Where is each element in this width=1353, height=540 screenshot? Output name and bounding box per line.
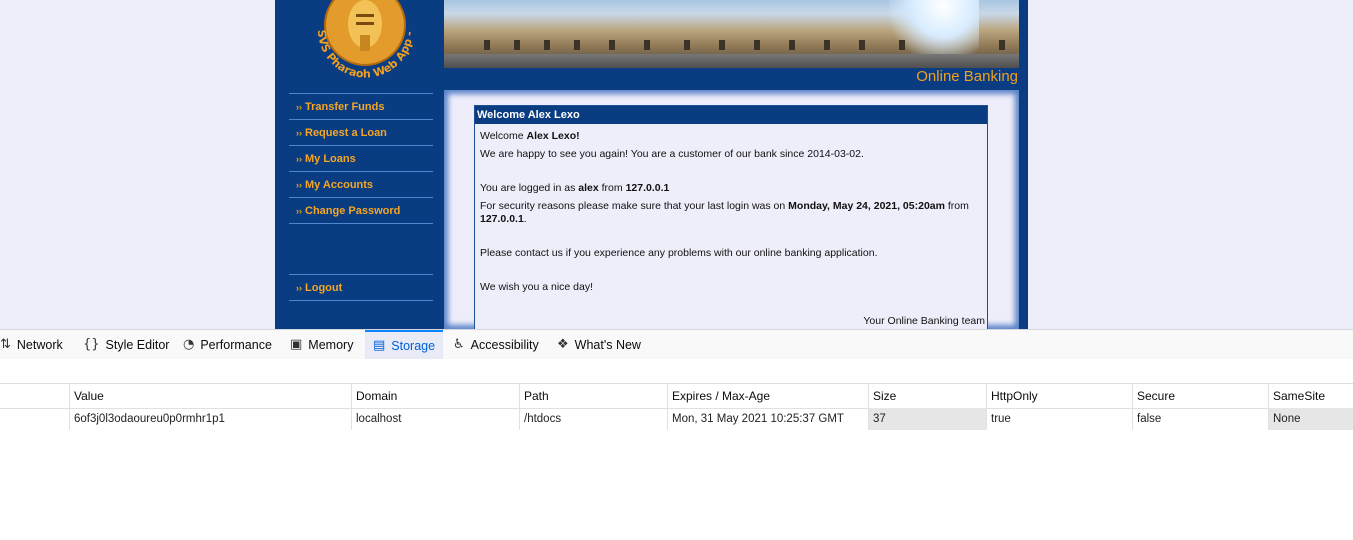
browser-viewport: SVS Pharaoh Web App - A vulnerable Web A… (0, 0, 1353, 329)
nav-label: Change Password (305, 204, 401, 217)
network-icon: ⇅ (0, 337, 11, 352)
security-line: For security reasons please make sure th… (480, 200, 969, 212)
tab-label: Network (16, 337, 63, 352)
cell-value[interactable]: 6of3j0l3odaoureu0p0rmhr1p1 (69, 408, 351, 430)
welcome-title: Welcome Alex Lexo (475, 106, 987, 124)
braces-icon: {} (83, 337, 100, 352)
storage-toolbar (0, 359, 1353, 384)
table-header: Value Domain Path Expires / Max-Age Size… (0, 384, 1353, 409)
chevron-icon: ›› (296, 153, 302, 164)
cell-domain[interactable]: localhost (351, 408, 519, 430)
column-header-samesite[interactable]: SameSite (1268, 384, 1353, 408)
cell-size[interactable]: 37 (868, 408, 986, 430)
cell-expires[interactable]: Mon, 31 May 2021 10:25:37 GMT (667, 408, 868, 430)
team-signature: Your Online Banking team (863, 315, 985, 327)
gift-icon: ❖ (557, 337, 569, 352)
gauge-icon: ◔ (183, 337, 195, 352)
database-icon: ▤ (373, 338, 386, 353)
tab-storage[interactable]: ▤ Storage (365, 330, 444, 359)
customer-line: We are happy to see you again! You are a… (480, 148, 864, 160)
tab-label: Memory (308, 337, 354, 352)
chevron-icon: ›› (296, 101, 302, 112)
nav-label: Logout (305, 281, 343, 294)
nav-logout[interactable]: ›› Logout (289, 274, 433, 301)
chevron-icon: ›› (296, 205, 302, 216)
tab-label: Accessibility (470, 337, 539, 352)
nav-my-accounts[interactable]: ›› My Accounts (289, 171, 433, 197)
column-header-value[interactable]: Value (69, 384, 351, 408)
chevron-icon: ›› (296, 282, 302, 293)
chevron-icon: ›› (296, 179, 302, 190)
column-header-size[interactable]: Size (868, 384, 986, 408)
header-photo (444, 0, 1019, 68)
tab-performance[interactable]: ◔ Performance (183, 330, 272, 359)
nav-transfer-funds[interactable]: ›› Transfer Funds (289, 93, 433, 119)
tab-label: What's New (574, 337, 641, 352)
nav-label: My Loans (305, 152, 356, 165)
brand-text: Online Banking (916, 68, 1018, 85)
nice-day-line: We wish you a nice day! (480, 281, 594, 293)
table-row[interactable]: 6of3j0l3odaoureu0p0rmhr1p1 localhost /ht… (0, 408, 1353, 430)
cell-secure[interactable]: false (1132, 408, 1268, 430)
cell-path[interactable]: /htdocs (519, 408, 667, 430)
bank-site: SVS Pharaoh Web App - A vulnerable Web A… (275, 0, 1028, 329)
tab-label: Style Editor (105, 337, 170, 352)
cell-httponly[interactable]: true (986, 408, 1132, 430)
tab-accessibility[interactable]: ♿ Accessibility (453, 330, 539, 359)
greeting-line: Welcome Alex Lexo! (480, 130, 580, 142)
devtools-tab-bar: ⇅ Network {} Style Editor ◔ Performance ▣ Me… (0, 329, 1353, 360)
tab-whats-new[interactable]: ❖ What's New (557, 330, 641, 359)
tab-network[interactable]: ⇅ Network (0, 330, 65, 359)
nav-label: Request a Loan (305, 126, 387, 139)
content-frame: Welcome Alex Lexo Welcome Alex Lexo! We … (444, 90, 1019, 329)
column-header-domain[interactable]: Domain (351, 384, 519, 408)
column-header-secure[interactable]: Secure (1132, 384, 1268, 408)
column-header-httponly[interactable]: HttpOnly (986, 384, 1132, 408)
tab-label: Storage (391, 338, 436, 353)
sidebar-nav: ›› Transfer Funds ›› Request a Loan ›› My L… (289, 93, 433, 224)
nav-label: My Accounts (305, 178, 374, 191)
logout-nav: ›› Logout (289, 274, 433, 301)
column-header-expires[interactable]: Expires / Max-Age (667, 384, 868, 408)
welcome-box: Welcome Alex Lexo Welcome Alex Lexo! We … (474, 105, 988, 329)
security-ip-line: 127.0.0.1. (480, 213, 527, 225)
logged-in-line: You are logged in as alex from 127.0.0.1 (480, 182, 670, 194)
tab-label: Performance (200, 337, 272, 352)
chevron-icon: ›› (296, 127, 302, 138)
nav-request-loan[interactable]: ›› Request a Loan (289, 119, 433, 145)
person-icon: ♿ (453, 337, 465, 352)
nav-change-password[interactable]: ›› Change Password (289, 197, 433, 224)
nav-label: Transfer Funds (305, 100, 385, 113)
chip-icon: ▣ (290, 337, 303, 352)
pharaoh-logo: SVS Pharaoh Web App - A vulnerable Web A… (282, 0, 443, 92)
tab-style-editor[interactable]: {} Style Editor (83, 330, 169, 359)
column-header-path[interactable]: Path (519, 384, 667, 408)
contact-line: Please contact us if you experience any … (480, 247, 878, 259)
nav-my-loans[interactable]: ›› My Loans (289, 145, 433, 171)
cell-samesite[interactable]: None (1268, 408, 1353, 430)
tab-memory[interactable]: ▣ Memory (290, 330, 353, 359)
